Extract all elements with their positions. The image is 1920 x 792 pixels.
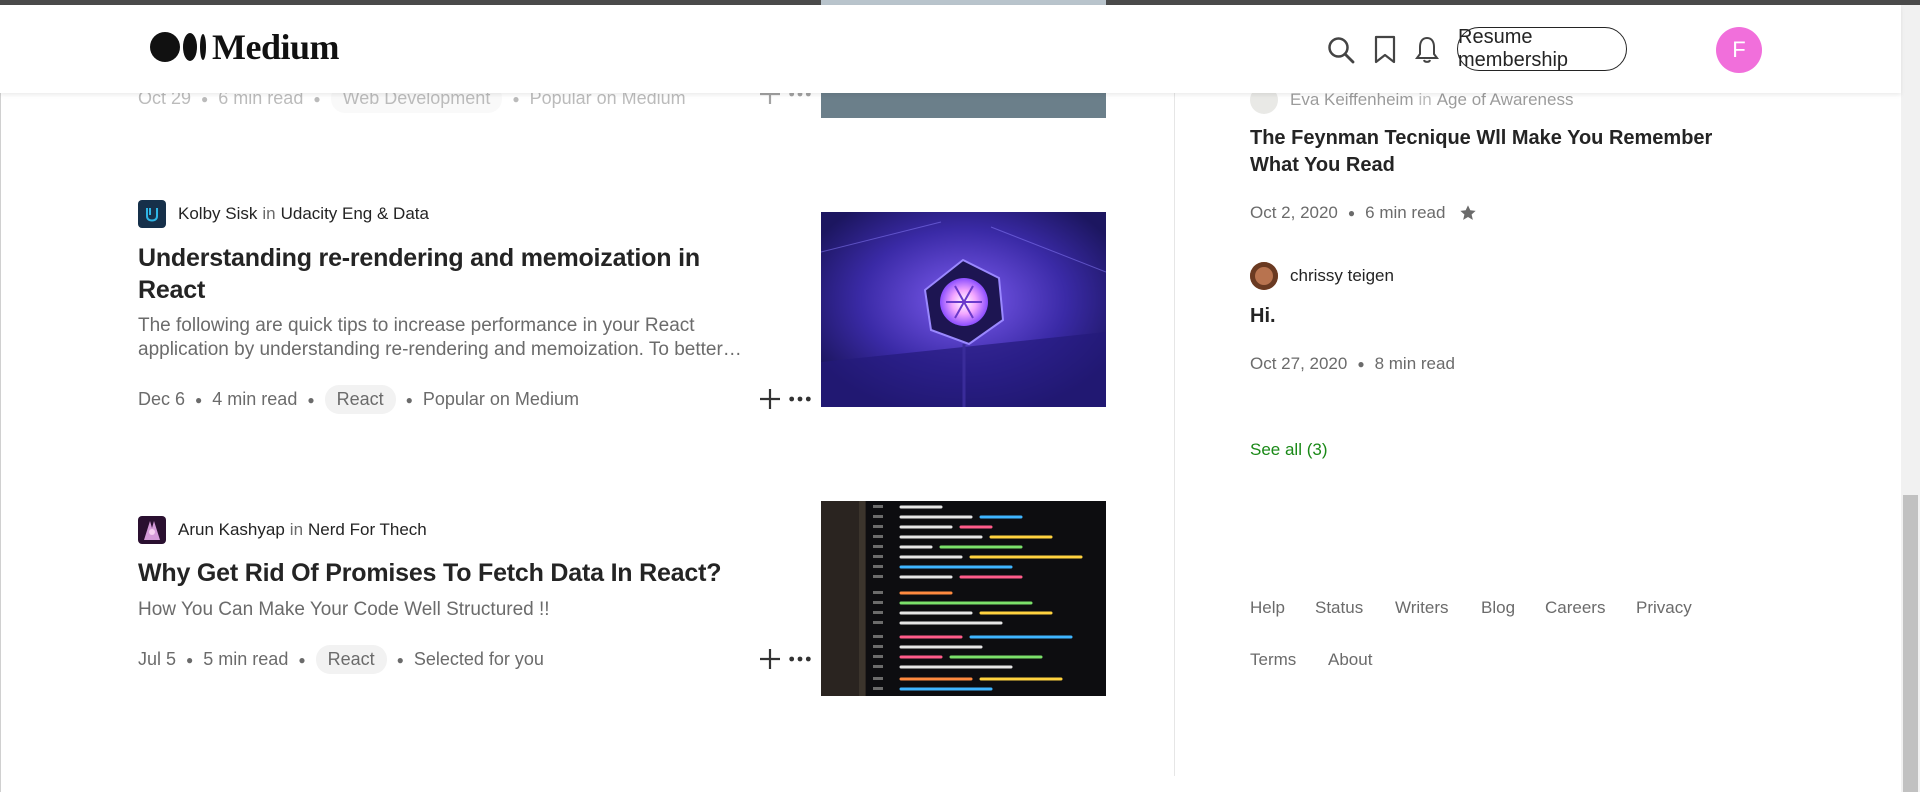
sidebar-author-avatar[interactable] [1250, 262, 1278, 290]
add-to-list-icon[interactable] [758, 647, 782, 671]
article-title[interactable]: Why Get Rid Of Promises To Fetch Data In… [138, 557, 778, 589]
article-context: Popular on Medium [422, 389, 579, 409]
article-title[interactable]: Understanding re-rendering and memoizati… [138, 242, 758, 306]
sidebar-article-meta: Oct 27, 2020 ● 8 min read [1250, 354, 1455, 373]
sidebar-article-read-time: 6 min read [1365, 203, 1446, 222]
article-author-row: Kolby Sisk in Udacity Eng & Data [138, 200, 429, 228]
sidebar-article-date: Oct 27, 2020 [1250, 354, 1348, 373]
publication-logo[interactable] [138, 516, 166, 544]
bell-icon[interactable] [1410, 33, 1444, 67]
more-options-icon[interactable] [788, 387, 812, 411]
sidebar-article-read-time: 8 min read [1374, 354, 1455, 373]
publication-logo[interactable] [138, 200, 166, 228]
scrollbar-thumb[interactable] [1903, 495, 1918, 792]
article-read-time: 5 min read [203, 649, 289, 669]
footer-link-privacy[interactable]: Privacy [1636, 598, 1692, 618]
article-subtitle[interactable]: How You Can Make Your Code Well Structur… [138, 598, 778, 624]
footer-link-about[interactable]: About [1328, 650, 1372, 670]
article-actions [758, 647, 812, 671]
author-name[interactable]: Arun Kashyap [178, 520, 285, 540]
user-avatar[interactable]: F [1716, 27, 1762, 73]
footer-link-terms[interactable]: Terms [1250, 650, 1296, 670]
in-label: in [262, 204, 276, 223]
sidebar-publication-name[interactable]: Age of Awareness [1437, 90, 1574, 110]
page-edge [0, 5, 1, 792]
publication-name[interactable]: Udacity Eng & Data [281, 204, 429, 224]
article-thumbnail[interactable] [821, 212, 1106, 407]
sidebar-article-title[interactable]: The Feynman Tecnique Wll Make You Rememb… [1250, 125, 1720, 179]
footer-link-writers[interactable]: Writers [1395, 598, 1449, 618]
article-tag[interactable]: React [315, 645, 387, 674]
article-read-time: 4 min read [212, 389, 298, 409]
resume-membership-button[interactable]: Resume membership [1457, 26, 1627, 71]
see-all-link[interactable]: See all (3) [1250, 440, 1327, 460]
in-label: in [289, 520, 304, 539]
column-divider [1174, 93, 1175, 776]
footer-link-careers[interactable]: Careers [1545, 598, 1605, 618]
article-actions [758, 387, 812, 411]
sidebar-author-name[interactable]: Eva Keiffenheim [1290, 90, 1413, 110]
sidebar-author-name[interactable]: chrissy teigen [1290, 266, 1394, 286]
article-context: Selected for you [413, 649, 544, 669]
more-options-icon[interactable] [788, 647, 812, 671]
medium-logo-mark [150, 32, 206, 62]
medium-logo[interactable]: Medium [150, 27, 340, 67]
search-icon[interactable] [1324, 33, 1358, 67]
article-author-row: Arun Kashyap in Nerd For Thech [138, 516, 427, 544]
vertical-scrollbar[interactable] [1901, 5, 1920, 792]
article-date: Jul 5 [138, 649, 177, 669]
sidebar-author-row: chrissy teigen [1250, 262, 1394, 290]
publication-name[interactable]: Nerd For Thech [308, 520, 427, 540]
star-icon [1459, 204, 1477, 222]
top-navbar: Medium Resume membership F [0, 5, 1901, 93]
footer-link-blog[interactable]: Blog [1481, 598, 1515, 618]
author-name[interactable]: Kolby Sisk [178, 204, 257, 224]
bookmark-icon[interactable] [1368, 33, 1402, 67]
article-meta: Jul 5 ● 5 min read ● React ● Selected fo… [138, 645, 544, 674]
footer-link-status[interactable]: Status [1315, 598, 1363, 618]
article-tag[interactable]: React [324, 385, 396, 414]
article-thumbnail[interactable] [821, 501, 1106, 696]
medium-logo-text: Medium [212, 27, 340, 67]
in-label: in [1418, 90, 1432, 109]
article-date: Dec 6 [138, 389, 186, 409]
add-to-list-icon[interactable] [758, 387, 782, 411]
sidebar-article-meta: Oct 2, 2020 ● 6 min read [1250, 203, 1477, 223]
sidebar-article-title[interactable]: Hi. [1250, 303, 1720, 330]
sidebar-article-date: Oct 2, 2020 [1250, 203, 1338, 222]
footer-link-help[interactable]: Help [1250, 598, 1285, 618]
article-meta: Dec 6 ● 4 min read ● React ● Popular on … [138, 385, 579, 414]
article-subtitle[interactable]: The following are quick tips to increase… [138, 314, 778, 362]
